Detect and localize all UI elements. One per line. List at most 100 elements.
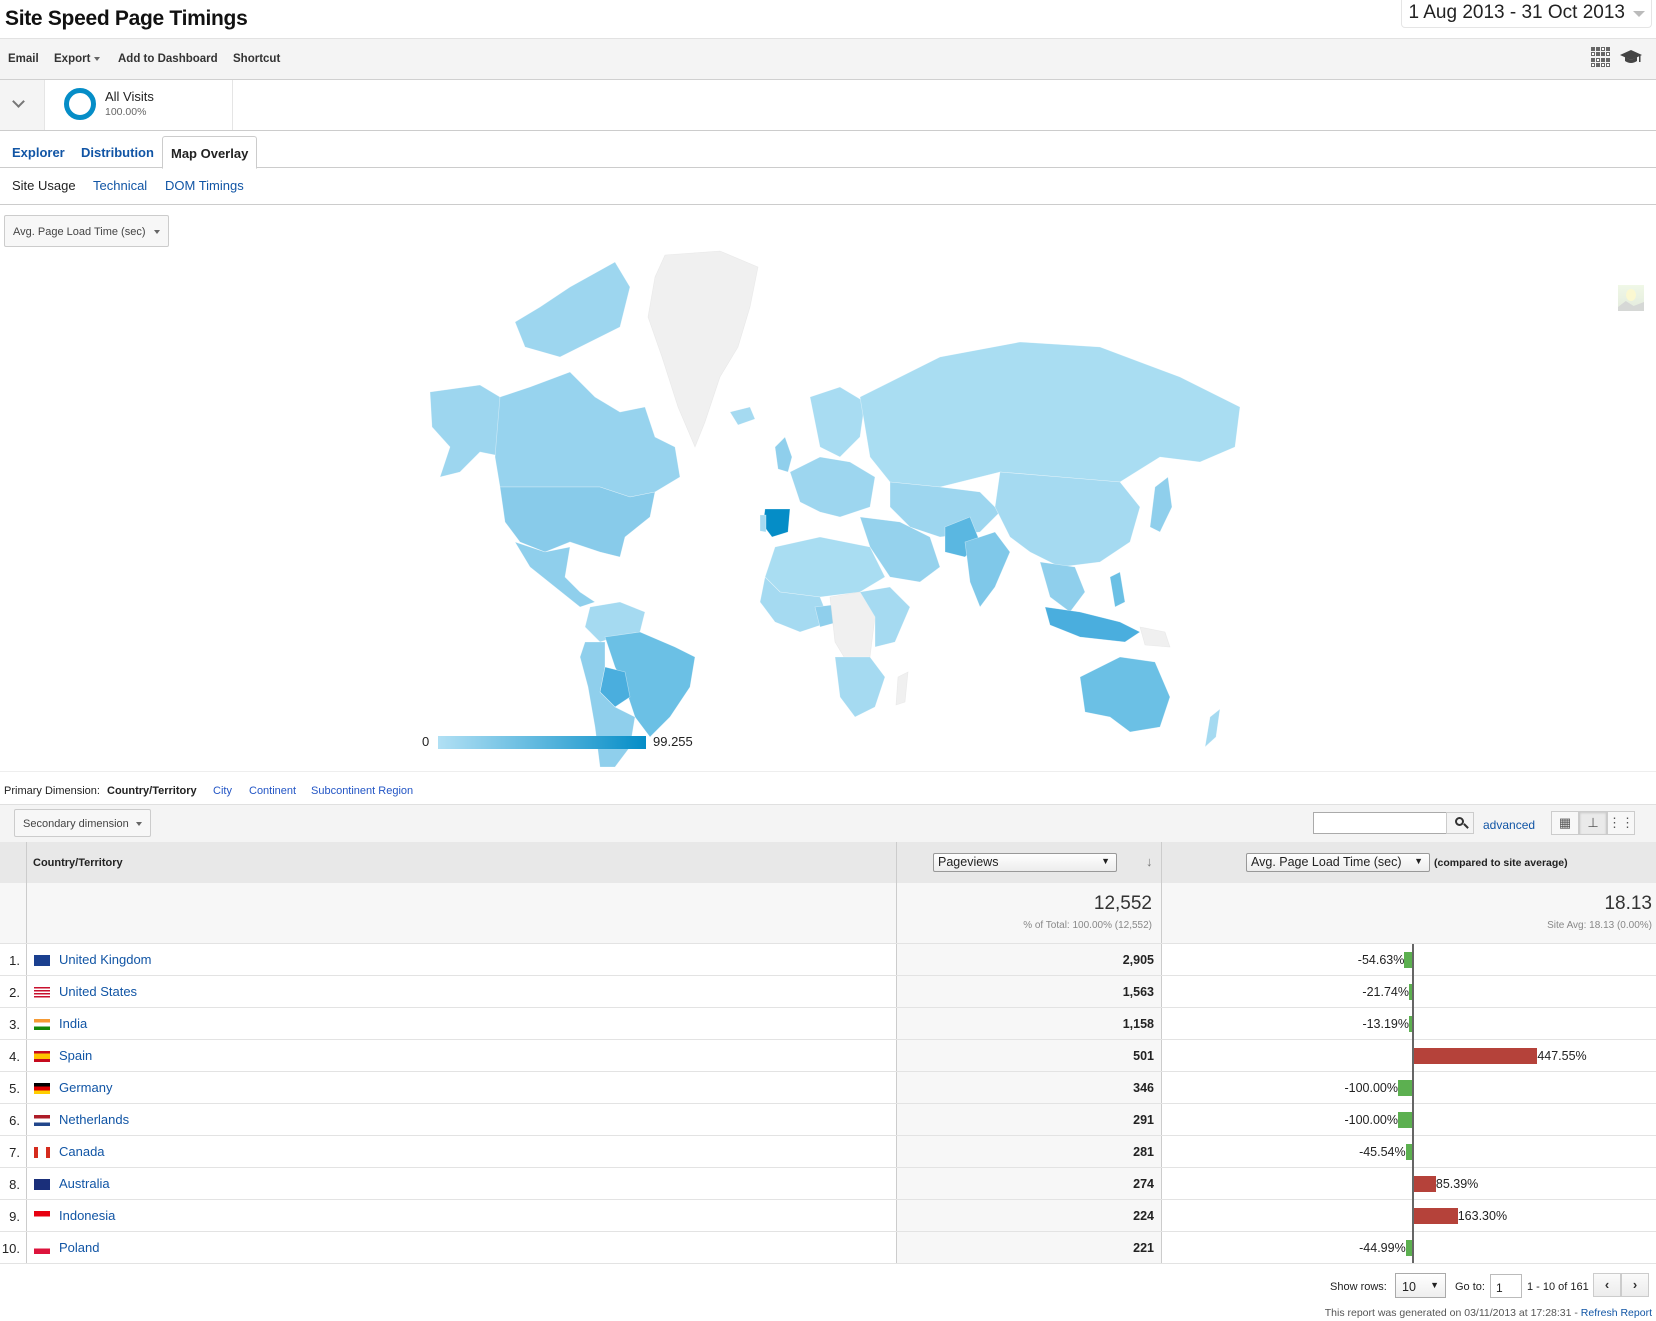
dimension-city[interactable]: City xyxy=(213,785,232,797)
region-iceland xyxy=(729,406,756,426)
country-link[interactable]: Germany xyxy=(59,1080,112,1095)
pageviews-cell: 281 xyxy=(896,1136,1161,1167)
refresh-report-link[interactable]: Refresh Report xyxy=(1581,1307,1652,1319)
pageviews-cell: 291 xyxy=(896,1104,1161,1135)
dimension-country-territory[interactable]: Country/Territory xyxy=(107,785,197,797)
pageviews-value: 224 xyxy=(1133,1209,1154,1223)
total-load-time: 18.13 xyxy=(1604,893,1652,914)
region-canada xyxy=(494,371,681,498)
advanced-filter-link[interactable]: advanced xyxy=(1483,818,1535,832)
region-philippines xyxy=(1109,571,1126,608)
academy-cap-icon[interactable] xyxy=(1620,48,1642,66)
pageviews-cell: 346 xyxy=(896,1072,1161,1103)
export-button[interactable]: Export xyxy=(54,53,101,65)
pageviews-value: 501 xyxy=(1133,1049,1154,1063)
tab-map-overlay[interactable]: Map Overlay xyxy=(162,136,258,169)
pagination-range: 1 - 10 of 161 xyxy=(1527,1281,1589,1293)
report-generated-note: This report was generated on 03/11/2013 … xyxy=(1325,1307,1652,1319)
dimension-subcontinent-region[interactable]: Subcontinent Region xyxy=(311,785,413,797)
pageviews-cell: 2,905 xyxy=(896,944,1161,975)
country-link[interactable]: Netherlands xyxy=(59,1112,129,1127)
country-link[interactable]: Australia xyxy=(59,1176,110,1191)
email-button[interactable]: Email xyxy=(8,53,39,65)
secondary-dimension-select[interactable]: Secondary dimension xyxy=(14,809,151,837)
view-comparison-button[interactable]: ⊥ xyxy=(1579,811,1607,835)
prev-page-button[interactable]: ‹ xyxy=(1593,1273,1621,1297)
map-metric-select[interactable]: Avg. Page Load Time (sec) xyxy=(4,215,169,247)
pageviews-value: 346 xyxy=(1133,1081,1154,1095)
view-table-button[interactable]: ▦ xyxy=(1551,811,1579,835)
flag-es-icon xyxy=(34,1051,50,1062)
date-range-picker[interactable]: 1 Aug 2013 - 31 Oct 2013 xyxy=(1401,0,1652,28)
dimension-continent[interactable]: Continent xyxy=(249,785,296,797)
search-button[interactable] xyxy=(1446,812,1474,834)
country-link[interactable]: United Kingdom xyxy=(59,952,152,967)
flag-pl-icon xyxy=(34,1243,50,1254)
delta-percent: -54.63% xyxy=(1357,953,1405,967)
metric1-label: Pageviews xyxy=(938,855,999,869)
tab-distribution[interactable]: Distribution xyxy=(73,136,162,168)
row-index: 9. xyxy=(9,1209,20,1224)
add-to-dashboard-button[interactable]: Add to Dashboard xyxy=(118,53,218,65)
table-row: 10. Poland 221 -44.99% xyxy=(0,1232,1656,1264)
country-link[interactable]: India xyxy=(59,1016,87,1031)
region-indonesia xyxy=(1044,606,1141,643)
flag-in-icon xyxy=(34,1019,50,1030)
column-header-country[interactable]: Country/Territory xyxy=(33,857,123,869)
delta-percent: 85.39% xyxy=(1435,1177,1479,1191)
shortcut-button[interactable]: Shortcut xyxy=(233,53,280,65)
row-index: 1. xyxy=(9,953,20,968)
delta-percent: -13.19% xyxy=(1362,1017,1409,1031)
pageviews-value: 221 xyxy=(1133,1241,1154,1255)
title-bar: Site Speed Page Timings 1 Aug 2013 - 31 … xyxy=(0,0,1656,39)
next-page-button[interactable]: › xyxy=(1621,1273,1649,1297)
country-link[interactable]: United States xyxy=(59,984,137,999)
country-link[interactable]: Canada xyxy=(59,1144,105,1159)
table-totals: 12,552 % of Total: 100.00% (12,552) 18.1… xyxy=(0,883,1656,944)
country-link[interactable]: Poland xyxy=(59,1240,99,1255)
world-map[interactable] xyxy=(420,247,1250,767)
region-scandinavia xyxy=(809,386,866,458)
table-grid-icon: ▦ xyxy=(1558,815,1572,830)
view-tabs: Explorer Distribution Map Overlay xyxy=(0,136,1656,169)
subtab-technical[interactable]: Technical xyxy=(93,178,147,193)
tab-explorer[interactable]: Explorer xyxy=(4,136,73,168)
legend-color-scale xyxy=(438,736,646,749)
goto-page-input[interactable]: 1 xyxy=(1490,1274,1522,1298)
show-rows-value: 10 xyxy=(1402,1280,1416,1294)
export-label: Export xyxy=(54,53,91,65)
search-icon-handle xyxy=(1463,823,1469,829)
metric1-select[interactable]: Pageviews ▼ xyxy=(933,853,1117,872)
flag-de-icon xyxy=(34,1083,50,1094)
row-index: 8. xyxy=(9,1177,20,1192)
segment-toggle-button[interactable] xyxy=(0,80,45,130)
region-new-zealand xyxy=(1204,708,1221,748)
subtab-site-usage[interactable]: Site Usage xyxy=(12,178,76,193)
pegman-icon[interactable] xyxy=(1618,285,1644,311)
delta-percent: -21.74% xyxy=(1362,985,1409,999)
chevron-down-icon xyxy=(136,822,142,826)
country-link[interactable]: Spain xyxy=(59,1048,92,1063)
legend-min-label: 0 xyxy=(422,734,430,749)
chevron-left-icon: ‹ xyxy=(1604,1277,1610,1292)
report-toolbar: Email Export Add to Dashboard Shortcut xyxy=(0,38,1656,80)
pageviews-cell: 221 xyxy=(896,1232,1161,1263)
subtab-dom-timings[interactable]: DOM Timings xyxy=(165,178,244,193)
delta-percent: -100.00% xyxy=(1344,1113,1398,1127)
customize-grid-icon[interactable] xyxy=(1591,47,1611,67)
metric-group-tabs: Site Usage Technical DOM Timings xyxy=(0,168,1656,205)
above-average-bar xyxy=(1412,1176,1436,1192)
row-index: 6. xyxy=(9,1113,20,1128)
delta-percent: 163.30% xyxy=(1457,1209,1508,1223)
flag-uk-icon xyxy=(34,955,50,966)
table-row: 8. Australia 274 85.39% xyxy=(0,1168,1656,1200)
dropdown-arrow-icon: ▼ xyxy=(1430,1280,1439,1290)
table-search-input[interactable] xyxy=(1313,812,1447,834)
view-pivot-button[interactable]: ⋮⋮ xyxy=(1607,811,1635,835)
country-link[interactable]: Indonesia xyxy=(59,1208,115,1223)
segment-all-visits[interactable]: All Visits 100.00% xyxy=(45,80,233,130)
table-row: 4. Spain 501 447.55% xyxy=(0,1040,1656,1072)
sort-descending-icon[interactable]: ↓ xyxy=(1146,854,1153,869)
metric2-select[interactable]: Avg. Page Load Time (sec) ▼ xyxy=(1246,853,1430,872)
show-rows-select[interactable]: 10 ▼ xyxy=(1395,1273,1446,1298)
